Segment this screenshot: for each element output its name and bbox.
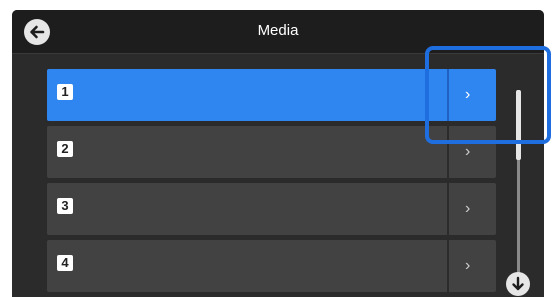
- list-item-3[interactable]: 3 ›: [47, 183, 496, 235]
- item-number-badge: 3: [57, 198, 73, 214]
- page-title: Media: [257, 22, 299, 39]
- arrow-down-icon: [512, 276, 524, 291]
- chevron-right-icon[interactable]: ›: [465, 143, 470, 161]
- row-divider: [447, 240, 449, 292]
- callout-highlight-box: [425, 46, 551, 144]
- item-number-badge: 1: [57, 84, 73, 100]
- chevron-right-icon[interactable]: ›: [465, 200, 470, 218]
- scroll-down-button[interactable]: [506, 272, 530, 296]
- list-item-4[interactable]: 4 ›: [47, 240, 496, 292]
- item-number-badge: 4: [57, 255, 73, 271]
- chevron-right-icon[interactable]: ›: [465, 257, 470, 275]
- item-number-badge: 2: [57, 141, 73, 157]
- row-divider: [447, 183, 449, 235]
